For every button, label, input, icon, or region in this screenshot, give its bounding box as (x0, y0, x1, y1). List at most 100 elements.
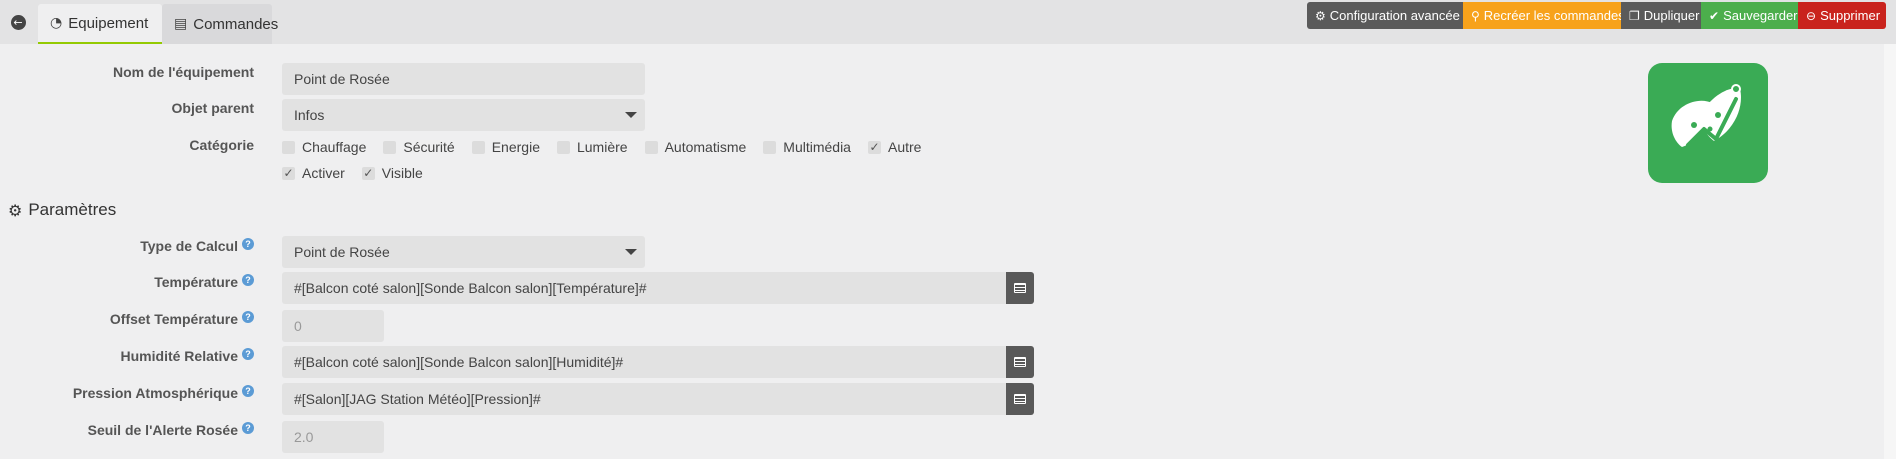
checkbox[interactable] (282, 140, 295, 154)
action-button-group: ⚙ Configuration avancée ⚲ Recréer les co… (1307, 2, 1886, 29)
pressure-label: Pression Atmosphérique? (73, 385, 254, 401)
tab-bar: ← ◔ Equipement ▤ Commandes ⚙ Configurati… (0, 0, 1896, 44)
category-label-securite: Sécurité (403, 139, 455, 155)
category-automatisme[interactable]: Automatisme (644, 139, 747, 155)
category-label-lumiere: Lumière (576, 139, 628, 155)
category-energie[interactable]: Energie (471, 139, 540, 155)
check-circle-icon: ✔ (1709, 8, 1720, 23)
threshold-label: Seuil de l'Alerte Rosée? (88, 422, 254, 438)
checkbox[interactable] (383, 140, 397, 154)
back-button[interactable]: ← (0, 0, 36, 44)
category-label-automatisme: Automatisme (664, 139, 747, 155)
category-chauffage[interactable]: Chauffage (282, 139, 366, 155)
activate-option[interactable]: ✓ Activer (282, 165, 345, 181)
select-command-button[interactable] (1006, 272, 1034, 304)
category-securite[interactable]: Sécurité (383, 139, 455, 155)
copy-icon: ❐ (1629, 8, 1640, 23)
parameters-section-title: ⚙ Paramètres (8, 200, 116, 220)
humidity-input[interactable]: #[Balcon coté salon][Sonde Balcon salon]… (282, 346, 1006, 378)
tab-equipement-label: Equipement (68, 14, 149, 32)
visible-option[interactable]: ✓ Visible (361, 165, 423, 181)
help-icon[interactable]: ? (242, 422, 254, 434)
calc-type-label: Type de Calcul? (140, 238, 254, 254)
list-alt-icon (1014, 283, 1026, 293)
delete-button[interactable]: ⊖ Supprimer (1798, 2, 1886, 29)
visible-label: Visible (381, 165, 423, 181)
plugin-logo (1648, 63, 1768, 183)
state-checkboxes: ✓ Activer ✓ Visible (282, 165, 440, 181)
leaf-droplets-icon (1671, 84, 1741, 147)
checkbox-checked[interactable]: ✓ (282, 166, 295, 180)
save-button[interactable]: ✔ Sauvegarder (1701, 2, 1798, 29)
tab-commandes[interactable]: ▤ Commandes (162, 4, 278, 44)
recreate-commands-button[interactable]: ⚲ Recréer les commandes (1463, 2, 1625, 29)
advanced-config-label: Configuration avancée (1329, 8, 1460, 23)
recreate-commands-label: Recréer les commandes (1483, 8, 1625, 23)
select-command-button[interactable] (1006, 383, 1034, 415)
chevron-down-icon (625, 249, 637, 255)
gears-icon: ⚙ (1315, 8, 1326, 23)
checkbox[interactable] (644, 140, 658, 154)
tab-commandes-label: Commandes (193, 15, 279, 33)
help-icon[interactable]: ? (242, 348, 254, 360)
parent-object-select[interactable]: Infos (282, 99, 645, 131)
offset-label: Offset Température? (110, 311, 254, 327)
temperature-label: Température? (154, 274, 254, 290)
threshold-input[interactable]: 2.0 (282, 421, 384, 453)
delete-label: Supprimer (1820, 8, 1881, 23)
gear-icon: ⚙ (8, 200, 23, 220)
calc-type-select[interactable]: Point de Rosée (282, 236, 645, 268)
humidity-label: Humidité Relative? (121, 348, 254, 364)
pressure-input[interactable]: #[Salon][JAG Station Météo][Pression]# (282, 383, 1006, 415)
chevron-down-icon (625, 112, 637, 118)
category-lumiere[interactable]: Lumière (556, 139, 628, 155)
help-icon[interactable]: ? (242, 274, 254, 286)
temperature-input[interactable]: #[Balcon coté salon][Sonde Balcon salon]… (282, 272, 1006, 304)
calc-type-value: Point de Rosée (294, 244, 390, 260)
equipment-config-page: ← ◔ Equipement ▤ Commandes ⚙ Configurati… (0, 0, 1896, 459)
pressure-label-text: Pression Atmosphérique (72, 385, 238, 401)
list-icon: ▤ (174, 16, 188, 32)
temperature-label-text: Température (154, 274, 238, 290)
threshold-label-text: Seuil de l'Alerte Rosée (87, 422, 238, 438)
checkbox[interactable] (763, 140, 777, 154)
help-icon[interactable]: ? (242, 238, 254, 250)
back-arrow-icon: ← (10, 14, 26, 30)
help-icon[interactable]: ? (242, 385, 254, 397)
activate-label: Activer (302, 165, 345, 181)
tab-equipement[interactable]: ◔ Equipement (38, 4, 162, 44)
category-label-autre: Autre (887, 139, 922, 155)
duplicate-button[interactable]: ❐ Dupliquer (1621, 2, 1701, 29)
list-alt-icon (1014, 357, 1026, 367)
checkbox-checked[interactable]: ✓ (361, 166, 375, 180)
offset-label-text: Offset Température (109, 311, 238, 327)
save-label: Sauvegarder (1723, 8, 1798, 23)
list-alt-icon (1014, 394, 1026, 404)
category-label: Catégorie (189, 137, 254, 153)
search-icon: ⚲ (1471, 8, 1480, 23)
category-label-energie: Energie (491, 139, 540, 155)
category-multimedia[interactable]: Multimédia (763, 139, 851, 155)
parent-object-value: Infos (294, 107, 325, 123)
scrollbar[interactable] (1884, 44, 1896, 459)
calc-type-label-text: Type de Calcul (140, 238, 238, 254)
advanced-config-button[interactable]: ⚙ Configuration avancée (1307, 2, 1463, 29)
parent-object-label: Objet parent (171, 100, 254, 116)
category-autre[interactable]: ✓ Autre (867, 139, 922, 155)
minus-circle-icon: ⊖ (1806, 8, 1817, 23)
dashboard-icon: ◔ (50, 15, 63, 31)
checkbox[interactable] (471, 140, 485, 154)
select-command-button[interactable] (1006, 346, 1034, 378)
parameters-title: Paramètres (28, 200, 117, 219)
help-icon[interactable]: ? (242, 311, 254, 323)
humidity-label-text: Humidité Relative (120, 348, 238, 364)
offset-input[interactable]: 0 (282, 310, 384, 342)
equipment-name-input[interactable]: Point de Rosée (282, 63, 645, 95)
category-checkboxes: Chauffage Sécurité Energie Lumière Autom… (282, 139, 938, 155)
checkbox[interactable] (556, 140, 570, 154)
duplicate-label: Dupliquer (1643, 8, 1700, 23)
checkbox-checked[interactable]: ✓ (867, 140, 881, 154)
equipment-name-label: Nom de l'équipement (112, 64, 254, 80)
category-label-multimedia: Multimédia (783, 139, 851, 155)
category-label-chauffage: Chauffage (302, 139, 367, 155)
